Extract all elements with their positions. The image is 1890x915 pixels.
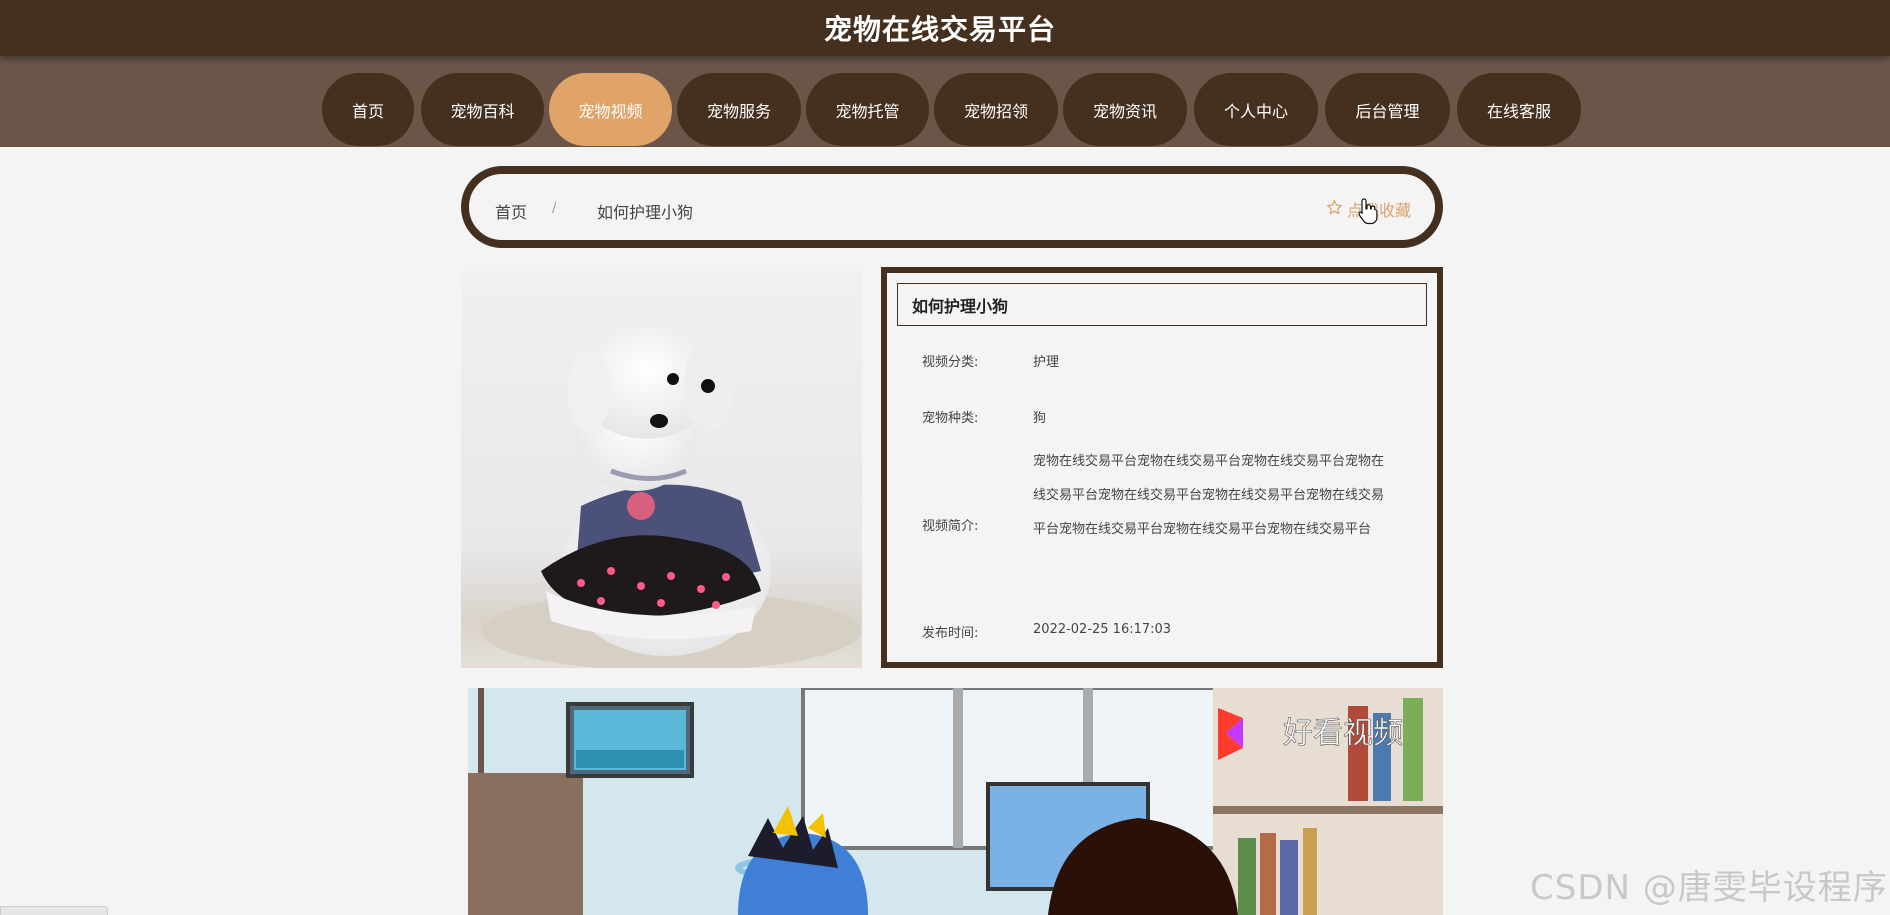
status-bar: [0, 906, 108, 915]
video-brand-logo: 好看视频: [1283, 716, 1403, 751]
video-info-card: 如何护理小狗 视频分类: 护理 宠物种类: 狗 视频简介: 宠物在线交易平台宠物…: [881, 267, 1443, 668]
description-label: 视频简介:: [922, 519, 979, 534]
breadcrumb: 首页 / 如何护理小狗 点我收藏: [461, 166, 1443, 248]
nav-item-pet-lost-found[interactable]: 宠物招领: [934, 73, 1058, 146]
nav-item-pet-service[interactable]: 宠物服务: [677, 73, 801, 146]
site-title: 宠物在线交易平台: [823, 13, 1056, 46]
publish-time-value: 2022-02-25 16:17:03: [1033, 622, 1172, 637]
nav-item-pet-encyclopedia[interactable]: 宠物百科: [421, 73, 544, 146]
nav-item-personal-center[interactable]: 个人中心: [1194, 73, 1318, 146]
poodle-image: [481, 323, 861, 668]
hand-cursor-icon: [1358, 198, 1378, 225]
breadcrumb-separator: /: [552, 201, 557, 216]
star-icon: [1326, 199, 1343, 220]
publish-time-label: 发布时间:: [922, 626, 979, 641]
category-label: 视频分类:: [922, 355, 979, 370]
nav-item-online-support[interactable]: 在线客服: [1457, 73, 1581, 146]
watermark: CSDN @唐雯毕设程序: [1530, 868, 1888, 908]
category-value: 护理: [1033, 355, 1060, 370]
video-title: 如何护理小狗: [897, 283, 1427, 326]
nav-item-pet-boarding[interactable]: 宠物托管: [806, 73, 929, 146]
video-player[interactable]: 好看视频: [468, 688, 1443, 915]
species-label: 宠物种类:: [922, 411, 979, 426]
species-value: 狗: [1033, 411, 1047, 426]
nav-item-pet-video[interactable]: 宠物视频: [549, 73, 672, 146]
breadcrumb-home[interactable]: 首页: [495, 199, 527, 223]
nav-item-pet-news[interactable]: 宠物资讯: [1063, 73, 1187, 146]
breadcrumb-current: 如何护理小狗: [597, 203, 694, 222]
pet-photo: [461, 271, 862, 668]
nav-bar: 首页 宠物百科 宠物视频 宠物服务 宠物托管 宠物招领 宠物资讯 个人中心 后台…: [0, 56, 1890, 147]
nav-item-home[interactable]: 首页: [322, 73, 414, 146]
video-frame-image: 好看视频: [468, 688, 1443, 915]
top-bar: 宠物在线交易平台: [0, 0, 1890, 56]
nav-item-admin[interactable]: 后台管理: [1325, 73, 1450, 146]
description-value: 宠物在线交易平台宠物在线交易平台宠物在线交易平台宠物在线交易平台宠物在线交易平台…: [1033, 454, 1385, 537]
